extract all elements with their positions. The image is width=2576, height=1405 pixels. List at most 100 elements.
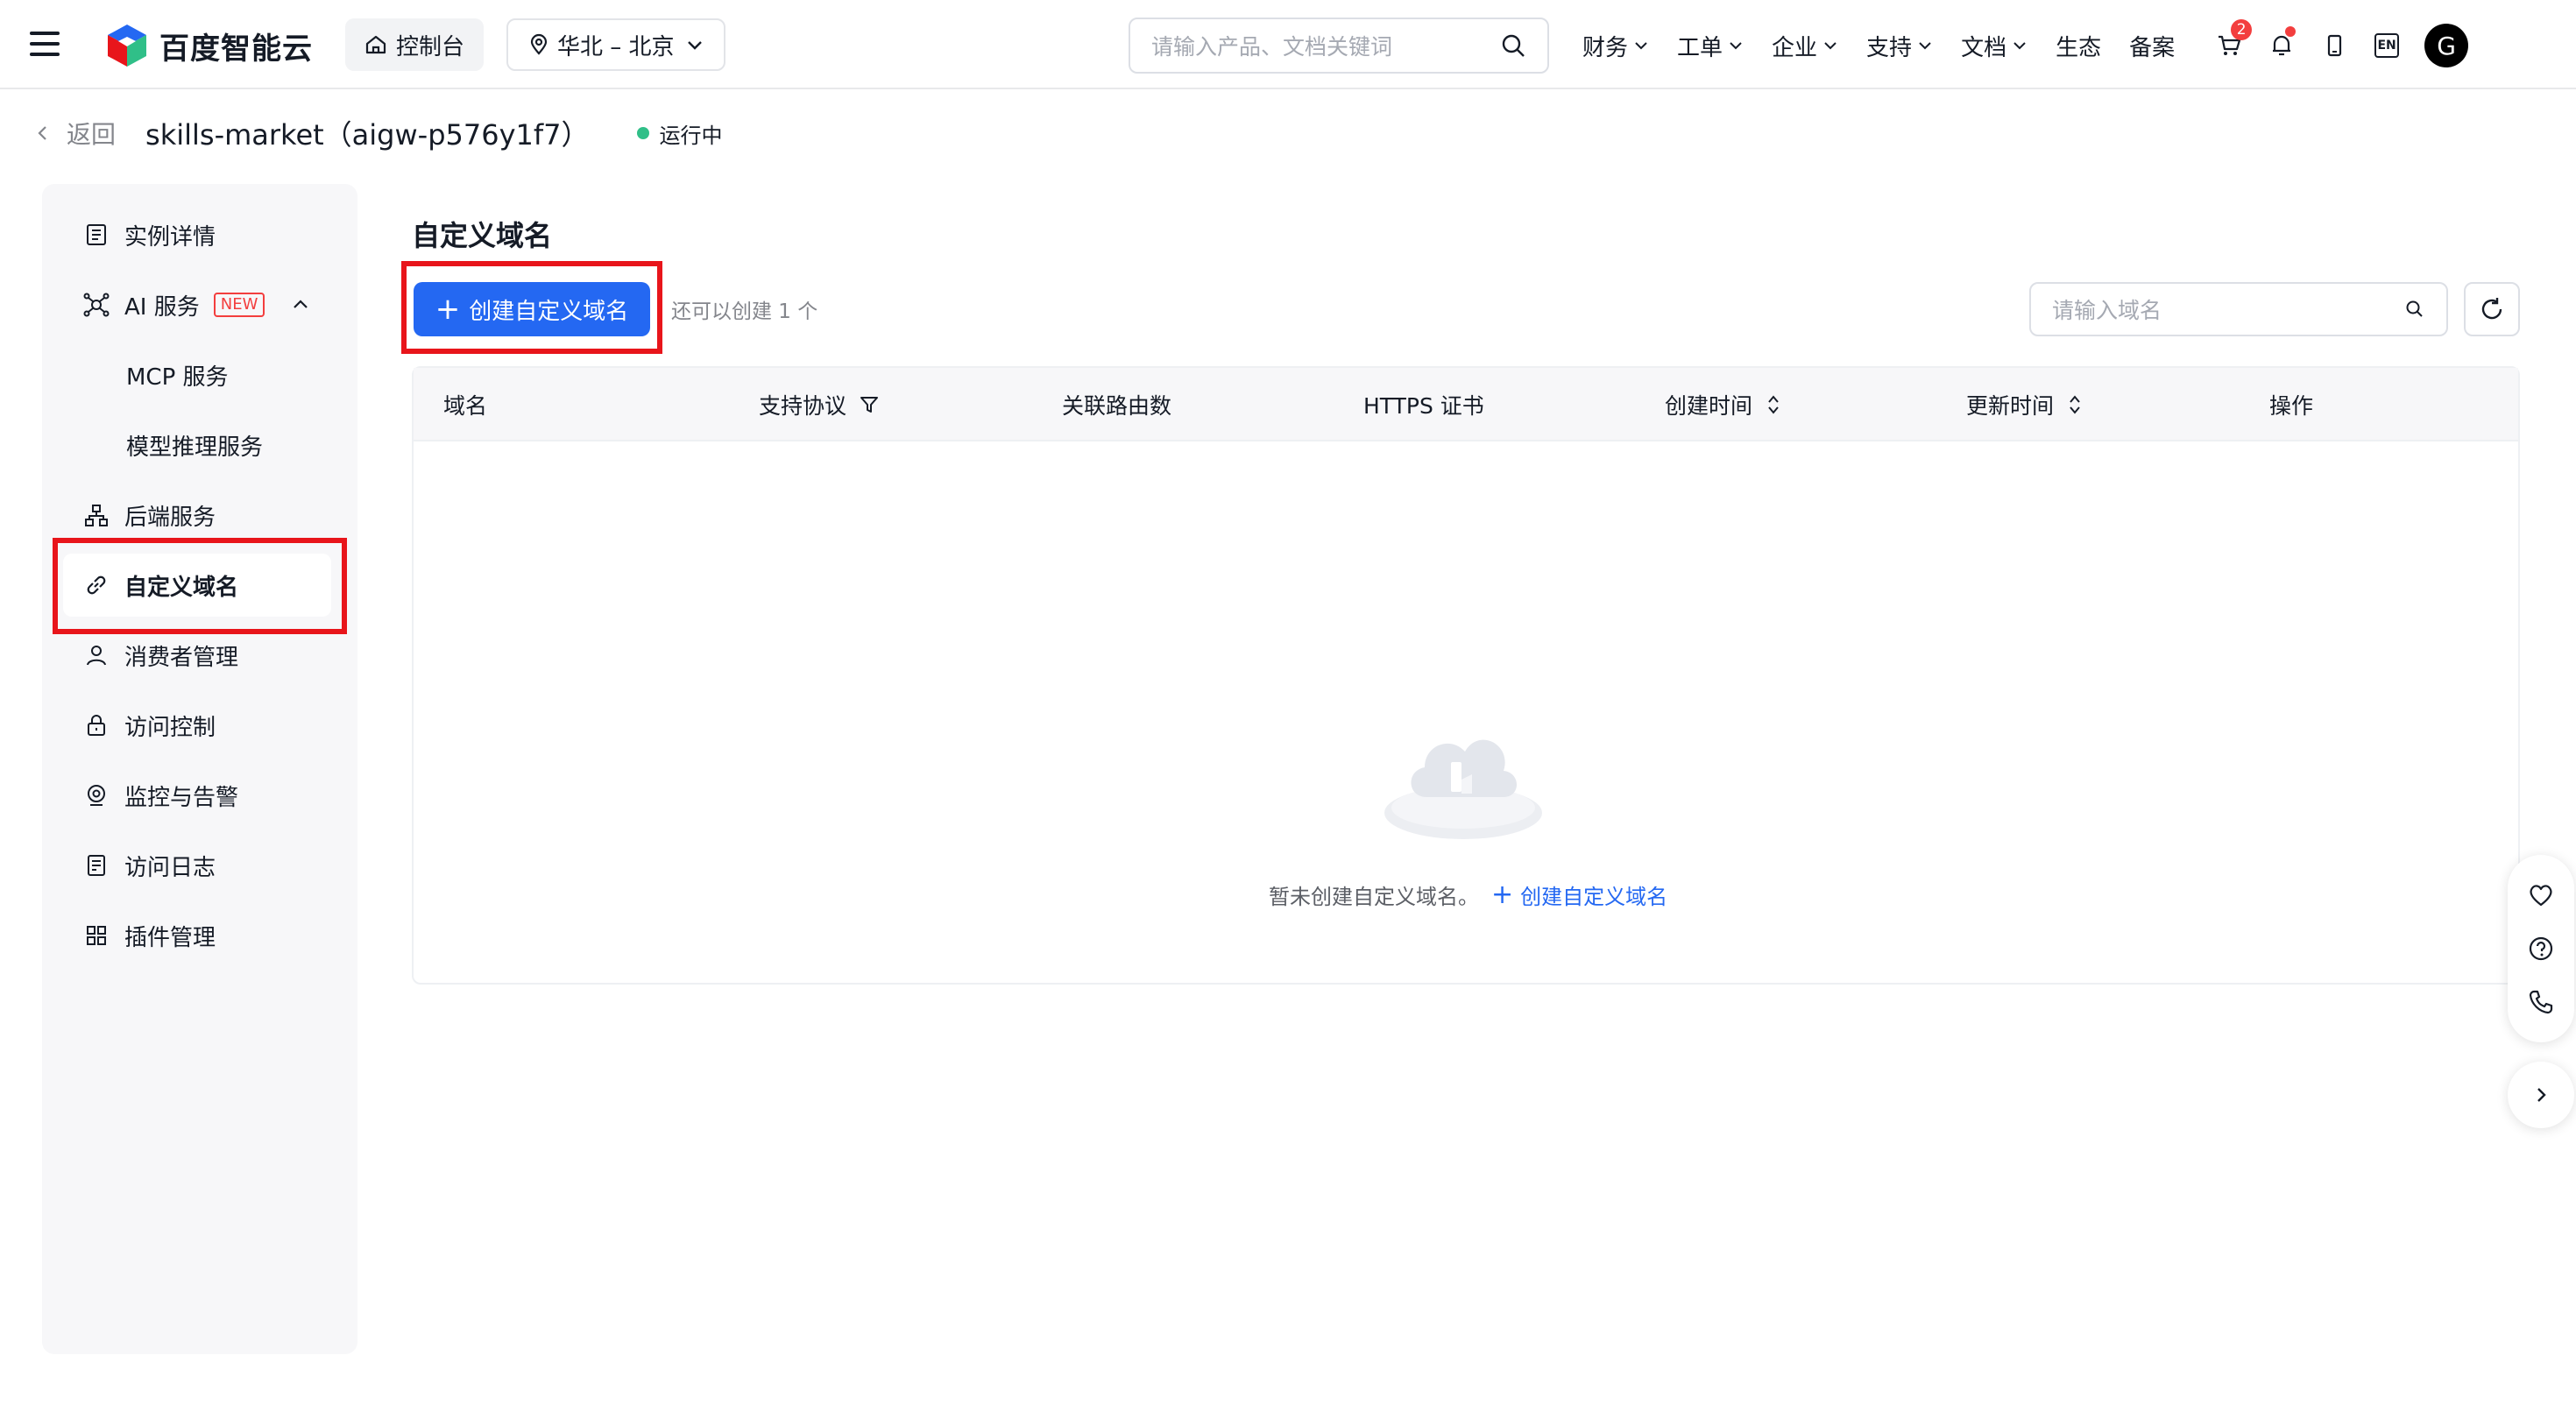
- region-selector[interactable]: 华北 – 北京: [506, 18, 725, 71]
- cart-button[interactable]: 2: [2203, 18, 2255, 74]
- page-title: 自定义域名: [412, 219, 553, 252]
- sidebar-item-label: 插件管理: [124, 924, 216, 951]
- chevron-right-icon: [2537, 1088, 2546, 1102]
- sidebar-highlight-box: [53, 538, 347, 634]
- language-switch-button[interactable]: EN: [2360, 18, 2413, 74]
- table-header: 域名 支持协议 关联路由数 HTTPS 证书 创建时间 更新时间 操作: [414, 368, 2518, 441]
- chevron-down-icon: [1730, 42, 1742, 50]
- language-label: EN: [2377, 39, 2396, 53]
- sort-icon[interactable]: [1765, 392, 1782, 417]
- chevron-left-icon: [38, 126, 46, 140]
- grid-icon: [82, 921, 110, 950]
- sidebar-item-ai-service[interactable]: AI 服务 NEW: [42, 273, 357, 336]
- home-icon: [365, 35, 386, 54]
- back-label: 返回: [67, 120, 117, 149]
- nav-item-ticket[interactable]: 工单: [1677, 30, 1744, 62]
- notification-dot: [2285, 26, 2296, 37]
- sidebar-item-label: 访问日志: [124, 854, 216, 881]
- remaining-quota-tip: 还可以创建 1 个: [671, 300, 818, 323]
- nav-item-filing[interactable]: 备案: [2129, 30, 2175, 62]
- sidebar: 实例详情 AI 服务 NEW MCP 服务 模型推理服务 后端服务 自定义域名 …: [42, 184, 357, 1354]
- search-icon[interactable]: [1500, 32, 1526, 59]
- sidebar-item-access-control[interactable]: 访问控制: [42, 694, 357, 757]
- sidebar-item-label: 模型推理服务: [126, 434, 264, 461]
- notification-button[interactable]: [2255, 18, 2308, 74]
- nav-item-enterprise[interactable]: 企业: [1772, 30, 1838, 62]
- mobile-phone-icon: [2328, 34, 2342, 57]
- heart-icon[interactable]: [2527, 881, 2555, 909]
- filter-icon[interactable]: [859, 394, 880, 415]
- floating-help-panel: [2508, 855, 2574, 1042]
- cube-logo-icon: [108, 25, 146, 67]
- avatar: G: [2424, 24, 2469, 67]
- column-header-protocol: 支持协议: [759, 368, 880, 441]
- global-search-placeholder: 请输入产品、文档关键词: [1151, 34, 1393, 60]
- sidebar-item-label: 实例详情: [124, 223, 216, 251]
- hamburger-menu-icon[interactable]: [30, 32, 60, 56]
- breadcrumb: 返回 skills-market（aigw-p576y1f7） 运行中: [33, 114, 723, 152]
- sidebar-item-label: AI 服务: [124, 293, 200, 321]
- nav-item-docs[interactable]: 文档: [1961, 30, 2028, 62]
- chevron-down-icon: [1919, 42, 1931, 50]
- search-icon[interactable]: [2404, 299, 2425, 320]
- sidebar-item-model-inference[interactable]: 模型推理服务: [42, 413, 357, 477]
- column-header-created-time[interactable]: 创建时间: [1665, 368, 1782, 441]
- region-label: 华北 – 北京: [557, 33, 675, 60]
- empty-state-text: 暂未创建自定义域名。: [1269, 885, 1479, 909]
- location-pin-icon: [530, 33, 548, 55]
- sidebar-item-plugin-management[interactable]: 插件管理: [42, 904, 357, 967]
- chevron-down-icon: [2013, 42, 2026, 50]
- domain-search-input[interactable]: 请输入域名: [2029, 282, 2448, 336]
- nav-item-ecosystem[interactable]: 生态: [2056, 30, 2101, 62]
- user-icon: [82, 641, 110, 669]
- chevron-down-icon: [1635, 42, 1647, 50]
- sidebar-item-label: 后端服务: [124, 504, 216, 531]
- instance-title: skills-market（aigw-p576y1f7）: [145, 118, 590, 152]
- document-list-icon: [82, 221, 110, 249]
- top-nav-menu: 财务 工单 企业 支持 文档 生态 备案 2 EN G: [1582, 18, 2473, 74]
- sidebar-item-label: 监控与告警: [124, 784, 239, 811]
- refresh-button[interactable]: [2464, 282, 2520, 336]
- empty-link-label: 创建自定义域名: [1520, 885, 1668, 909]
- lock-icon: [82, 711, 110, 739]
- status-dot: [636, 127, 649, 139]
- mobile-app-button[interactable]: [2308, 18, 2360, 74]
- empty-state-create-link[interactable]: + 创建自定义域名: [1491, 879, 1667, 910]
- avatar-letter: G: [2437, 31, 2456, 60]
- global-search-input[interactable]: 请输入产品、文档关键词: [1129, 18, 1549, 74]
- sidebar-item-monitoring-alerts[interactable]: 监控与告警: [42, 764, 357, 827]
- sort-icon[interactable]: [2066, 392, 2084, 417]
- new-tag: NEW: [213, 293, 265, 317]
- logo-text: 百度智能云: [159, 31, 313, 67]
- empty-state-cloud-icon: [1381, 710, 1546, 841]
- domain-search-placeholder: 请输入域名: [2052, 298, 2162, 323]
- back-button[interactable]: 返回: [33, 116, 116, 151]
- sidebar-item-mcp-service[interactable]: MCP 服务: [42, 343, 357, 406]
- org-structure-icon: [82, 501, 110, 529]
- collapse-panel-button[interactable]: [2508, 1062, 2574, 1128]
- empty-state: 暂未创建自定义域名。 + 创建自定义域名: [1269, 879, 1667, 910]
- help-question-icon[interactable]: [2527, 935, 2555, 963]
- refresh-icon: [2481, 298, 2502, 320]
- language-icon: EN: [2374, 33, 2400, 58]
- chevron-up-icon[interactable]: [291, 295, 310, 314]
- nav-item-finance[interactable]: 财务: [1582, 30, 1649, 62]
- console-button[interactable]: 控制台: [345, 18, 485, 71]
- brand-logo[interactable]: 百度智能云: [105, 21, 313, 70]
- column-header-https-cert: HTTPS 证书: [1363, 393, 1484, 419]
- nav-item-support[interactable]: 支持: [1866, 30, 1933, 62]
- column-header-route-count: 关联路由数: [1062, 393, 1172, 419]
- phone-icon[interactable]: [2527, 988, 2555, 1016]
- sidebar-item-instance-details[interactable]: 实例详情: [42, 203, 357, 266]
- column-header-actions: 操作: [2269, 393, 2314, 419]
- user-avatar-button[interactable]: G: [2420, 18, 2473, 74]
- sidebar-item-access-logs[interactable]: 访问日志: [42, 834, 357, 897]
- column-header-domain: 域名: [443, 393, 488, 419]
- status-badge: 运行中: [636, 118, 723, 149]
- create-button-highlight-box: [401, 261, 662, 354]
- chevron-down-icon: [1824, 42, 1836, 50]
- cart-count-badge: 2: [2231, 19, 2253, 40]
- chevron-down-icon: [687, 41, 702, 50]
- console-label: 控制台: [396, 33, 465, 60]
- column-header-updated-time[interactable]: 更新时间: [1966, 368, 2084, 441]
